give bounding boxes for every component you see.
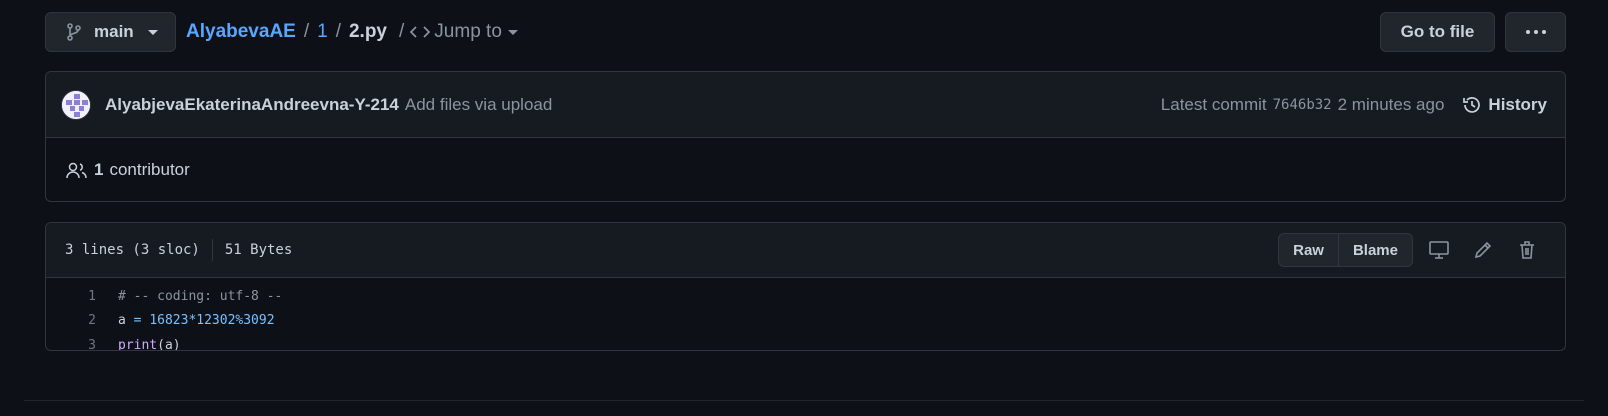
commit-sha-link[interactable]: 7646b32 — [1273, 97, 1332, 113]
jump-to-label: Jump to — [434, 21, 502, 42]
desktop-icon — [1429, 241, 1449, 259]
chevron-down-icon — [507, 29, 518, 35]
code-text: a = 16823*12302%3092 — [118, 313, 275, 328]
history-label: History — [1488, 94, 1547, 114]
breadcrumb-separator: / — [335, 21, 341, 42]
divider — [24, 400, 1584, 401]
breadcrumb-file: 2.py — [348, 21, 388, 42]
delete-file-button[interactable] — [1505, 240, 1549, 260]
trash-icon — [1520, 241, 1534, 259]
divider — [211, 239, 213, 261]
raw-blame-group: Raw Blame — [1278, 233, 1413, 267]
commit-time: 2 minutes ago — [1337, 94, 1445, 114]
breadcrumb-separator: / — [399, 21, 405, 42]
breadcrumb-dir-link[interactable]: 1 — [317, 21, 328, 43]
contributors-row[interactable]: 1 contributor — [46, 138, 1565, 202]
code-icon — [410, 26, 431, 38]
commit-box: AlyabjevaEkaterinaAndreevna-Y-214 Add fi… — [45, 71, 1566, 202]
code-line: 2 a = 16823*12302%3092 — [46, 309, 1565, 334]
code-line: 3 print(a) — [46, 333, 1565, 351]
chevron-down-icon — [147, 29, 158, 35]
code-line: 1 # -- coding: utf-8 -- — [46, 284, 1565, 309]
edit-file-button[interactable] — [1461, 240, 1505, 260]
file-size: 51 Bytes — [224, 242, 293, 258]
line-count: 3 lines (3 sloc) — [65, 242, 200, 258]
go-to-file-button[interactable]: Go to file — [1380, 12, 1495, 52]
history-icon — [1463, 96, 1481, 113]
code-token: # -- coding: utf-8 -- — [118, 288, 283, 304]
avatar[interactable] — [61, 89, 91, 120]
code-text: print(a) — [118, 337, 181, 351]
code-text: # -- coding: utf-8 -- — [118, 289, 282, 304]
file-navigation: main AlyabevaAE / 1 / 2.py / Jump to Go … — [45, 12, 1566, 52]
people-icon — [66, 162, 87, 179]
jump-to-menu[interactable]: Jump to — [410, 21, 518, 43]
file-header: 3 lines (3 sloc) 51 Bytes Raw Blame — [46, 223, 1565, 278]
more-options-button[interactable] — [1505, 12, 1566, 52]
branch-name: main — [94, 22, 134, 41]
code-token: a — [118, 313, 134, 329]
file-viewer: 3 lines (3 sloc) 51 Bytes Raw Blame 1 # … — [45, 222, 1566, 351]
contributor-count: 1 — [94, 160, 104, 179]
open-desktop-button[interactable] — [1417, 240, 1461, 260]
raw-button[interactable]: Raw — [1279, 234, 1338, 266]
commit-author-link[interactable]: AlyabjevaEkaterinaAndreevna-Y-214 — [105, 95, 399, 115]
line-number[interactable]: 2 — [46, 313, 96, 328]
code-token: print — [118, 337, 158, 351]
blame-button[interactable]: Blame — [1337, 234, 1412, 266]
breadcrumb: AlyabevaAE / 1 / 2.py / Jump to — [186, 21, 518, 43]
code-view: 1 # -- coding: utf-8 -- 2 a = 16823*12302%3… — [46, 278, 1565, 351]
branch-select-button[interactable]: main — [45, 12, 176, 52]
line-number[interactable]: 1 — [46, 289, 96, 304]
history-link[interactable]: History — [1462, 95, 1547, 115]
breadcrumb-owner-link[interactable]: AlyabevaAE — [186, 21, 296, 43]
breadcrumb-separator: / — [303, 21, 310, 42]
pencil-icon — [1474, 241, 1492, 259]
git-branch-icon — [67, 23, 81, 41]
commit-message-link[interactable]: Add files via upload — [405, 95, 552, 115]
code-token: 16823*12302%3092 — [149, 313, 275, 329]
latest-commit-label: Latest commit — [1160, 94, 1267, 114]
line-number[interactable]: 3 — [46, 338, 96, 350]
contributor-label: contributor — [109, 160, 190, 179]
code-token: (a) — [157, 337, 181, 351]
latest-commit-bar: AlyabjevaEkaterinaAndreevna-Y-214 Add fi… — [46, 72, 1565, 138]
kebab-horizontal-icon — [1525, 30, 1546, 34]
